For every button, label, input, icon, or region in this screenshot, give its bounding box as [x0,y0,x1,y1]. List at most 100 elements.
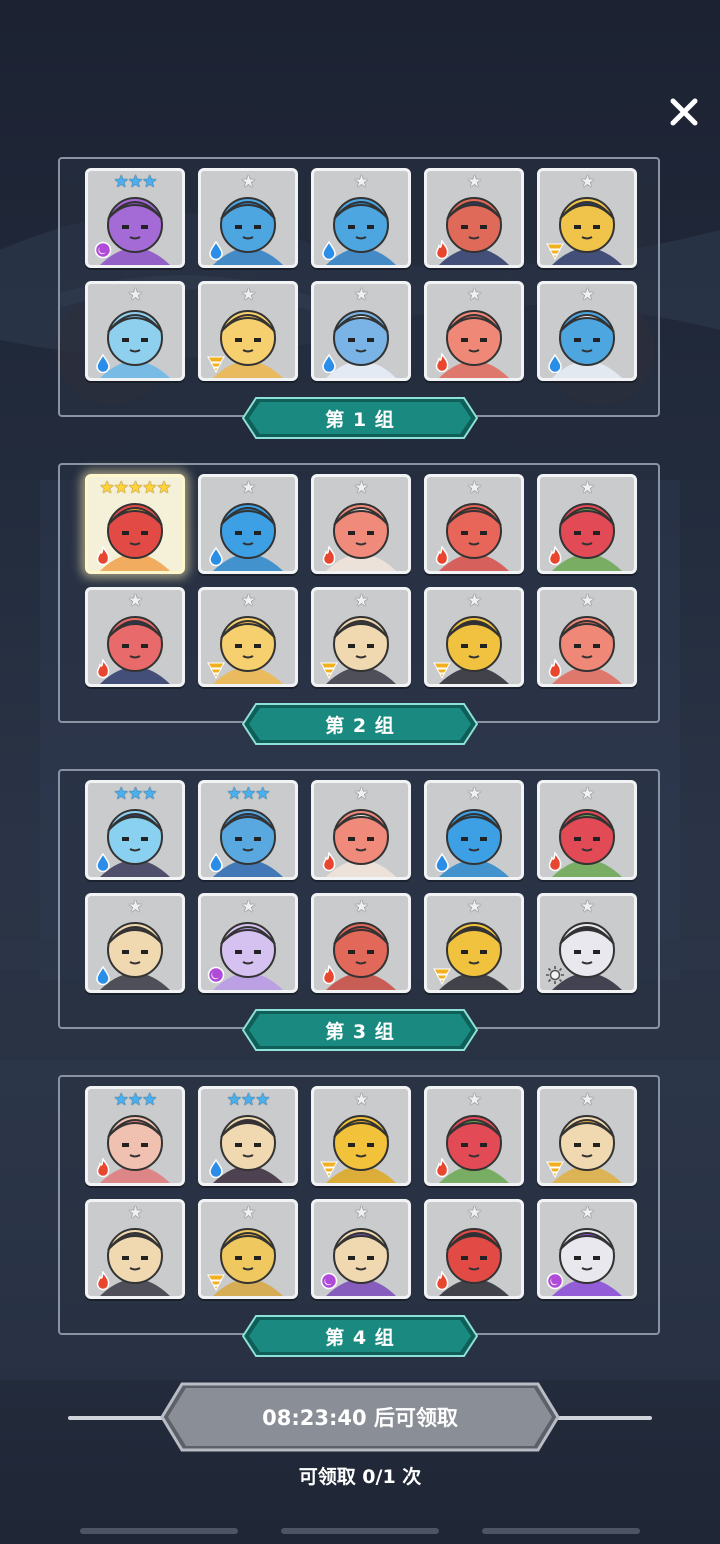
hero-card[interactable]: ★ [311,1199,411,1299]
hero-card[interactable]: ★★★★★ [85,474,185,574]
star-rating: ★ [579,285,595,305]
fire-element-icon [435,353,449,373]
water-element-icon [209,546,223,566]
group-label-text: 第 1 组 [325,408,395,431]
hero-card[interactable]: ★ [311,780,411,880]
star-rating: ★★★ [226,784,271,804]
hero-card[interactable]: ★ [537,893,637,993]
hero-card[interactable]: ★ [198,168,298,268]
timer-text: 08:23:40 后可领取 [262,1406,458,1430]
claim-timer-area: 08:23:40 后可领取 [0,1378,720,1458]
hero-card[interactable]: ★ [85,587,185,687]
hero-card[interactable]: ★ [85,893,185,993]
hero-card[interactable]: ★ [537,1199,637,1299]
hero-card[interactable]: ★ [311,587,411,687]
group-label-text: 第 2 组 [325,714,395,737]
star-rating: ★ [466,172,482,192]
fire-element-icon [435,240,449,260]
star-rating: ★ [466,784,482,804]
hero-card[interactable]: ★★★ [85,1086,185,1186]
hero-card[interactable]: ★ [424,1086,524,1186]
star-rating: ★ [240,172,256,192]
claim-timer-button[interactable]: 08:23:40 后可领取 [160,1382,560,1452]
star-rating: ★ [353,1203,369,1223]
hero-card[interactable]: ★ [311,893,411,993]
water-element-icon [209,1158,223,1178]
hero-card[interactable]: ★ [424,1199,524,1299]
hero-card[interactable]: ★ [537,281,637,381]
fire-element-icon [96,659,110,679]
group-panel-2: ★★★★★ ★ ★ ★ ★ ★ ★ ★ ★ ★ 第 2 组 [58,463,660,745]
hero-card[interactable]: ★ [198,1199,298,1299]
hero-card[interactable]: ★ [424,587,524,687]
star-rating: ★ [240,1203,256,1223]
hero-card[interactable]: ★ [537,168,637,268]
hero-card[interactable]: ★ [537,587,637,687]
group-label-text: 第 4 组 [325,1326,395,1349]
star-rating: ★★★ [113,1090,158,1110]
hero-card[interactable]: ★ [537,474,637,574]
close-button[interactable] [664,92,704,132]
hero-card[interactable]: ★★★ [85,780,185,880]
light-element-icon [546,966,564,984]
hero-card[interactable]: ★ [311,168,411,268]
star-rating: ★ [353,285,369,305]
hero-card[interactable]: ★ [85,1199,185,1299]
group-panel-3: ★★★ ★★★ ★ ★ ★ ★ ★ ★ ★ ★ 第 3 组 [58,769,660,1051]
group-label-text: 第 3 组 [325,1020,395,1043]
fire-element-icon [435,546,449,566]
hero-grid: ★★★ ★ ★ ★ ★ ★ ★ ★ ★ ★ [85,168,637,381]
star-rating: ★ [579,591,595,611]
hero-card[interactable]: ★★★ [198,780,298,880]
hero-card[interactable]: ★ [424,474,524,574]
hero-card[interactable]: ★ [424,168,524,268]
water-element-icon [209,240,223,260]
star-rating: ★ [579,897,595,917]
star-rating: ★ [353,591,369,611]
hero-card[interactable]: ★ [424,281,524,381]
star-rating: ★★★★★ [99,478,171,498]
hero-grid: ★★★★★★★★★★★★★★ [85,780,637,993]
star-rating: ★ [353,478,369,498]
dark-element-icon [207,966,225,984]
star-rating: ★ [240,478,256,498]
hero-card[interactable]: ★★★ [198,1086,298,1186]
star-rating: ★ [353,1090,369,1110]
star-rating: ★ [579,1203,595,1223]
hero-card[interactable]: ★ [198,893,298,993]
star-rating: ★ [466,897,482,917]
star-rating: ★ [353,784,369,804]
star-rating: ★ [127,1203,143,1223]
star-rating: ★ [579,1090,595,1110]
fire-element-icon [548,546,562,566]
water-element-icon [322,353,336,373]
star-rating: ★ [579,784,595,804]
water-element-icon [209,852,223,872]
hero-grid: ★★★★★★★★★★★★★★ [85,474,637,687]
hero-card[interactable]: ★★★ [85,168,185,268]
dark-element-icon [546,1272,564,1290]
hero-grid: ★★★★★★★★★★★★★★ [85,1086,637,1299]
water-element-icon [322,240,336,260]
hero-card[interactable]: ★ [198,281,298,381]
fire-element-icon [435,1158,449,1178]
fire-element-icon [435,1271,449,1291]
dark-element-icon [320,1272,338,1290]
hero-card[interactable]: ★ [198,587,298,687]
hero-card[interactable]: ★ [537,780,637,880]
dark-element-icon [94,241,112,259]
hero-card[interactable]: ★ [424,780,524,880]
fire-element-icon [322,965,336,985]
star-rating: ★ [466,1203,482,1223]
hero-card[interactable]: ★ [198,474,298,574]
hero-card[interactable]: ★ [537,1086,637,1186]
hero-card[interactable]: ★ [311,281,411,381]
star-rating: ★ [240,897,256,917]
fire-element-icon [322,852,336,872]
hero-card[interactable]: ★ [85,281,185,381]
hero-card[interactable]: ★ [311,474,411,574]
hero-card[interactable]: ★ [311,1086,411,1186]
hero-card[interactable]: ★ [424,893,524,993]
group-label: 第 3 组 [242,1009,478,1051]
group-label: 第 4 组 [242,1315,478,1357]
